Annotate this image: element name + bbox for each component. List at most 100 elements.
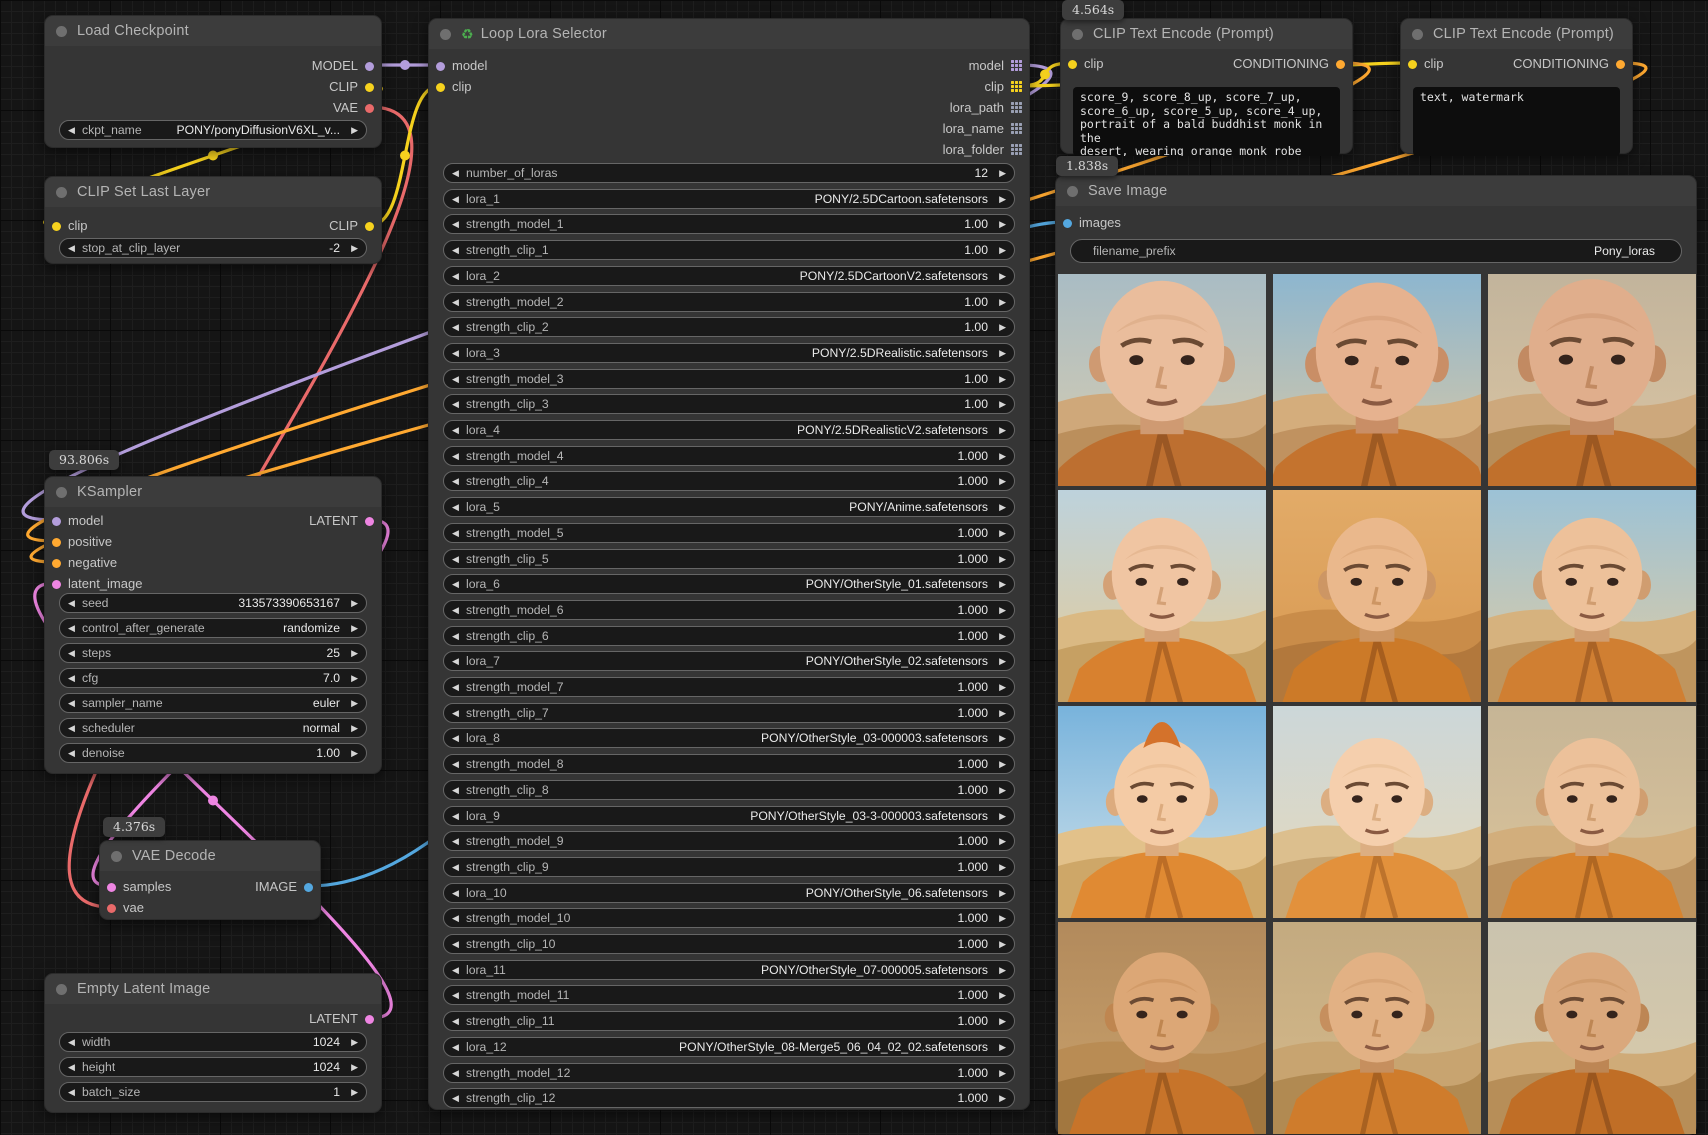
socket-dot[interactable] xyxy=(52,517,61,526)
increment-arrow-icon[interactable]: ▶ xyxy=(993,1011,1006,1031)
decrement-arrow-icon[interactable]: ◀ xyxy=(452,420,465,440)
widget-control_after_generate[interactable]: ◀control_after_generaterandomize▶ xyxy=(59,618,367,638)
decrement-arrow-icon[interactable]: ◀ xyxy=(452,600,465,620)
node-title-bar[interactable]: Save Image xyxy=(1056,176,1696,206)
increment-arrow-icon[interactable]: ▶ xyxy=(345,120,358,140)
decrement-arrow-icon[interactable]: ◀ xyxy=(452,240,465,260)
increment-arrow-icon[interactable]: ▶ xyxy=(993,677,1006,697)
decrement-arrow-icon[interactable]: ◀ xyxy=(68,1057,81,1077)
increment-arrow-icon[interactable]: ▶ xyxy=(345,693,358,713)
widget-strength_clip_1[interactable]: ◀strength_clip_11.00▶ xyxy=(443,240,1015,260)
widget-filename_prefix[interactable]: filename_prefixPony_loras xyxy=(1070,239,1682,263)
node-clip-text-encode-negative[interactable]: CLIP Text Encode (Prompt) text, watermar… xyxy=(1400,18,1633,154)
increment-arrow-icon[interactable]: ▶ xyxy=(345,743,358,763)
widget-strength_clip_12[interactable]: ◀strength_clip_121.000▶ xyxy=(443,1088,1015,1108)
widget-lora_10[interactable]: ◀lora_10PONY/OtherStyle_06.safetensors▶ xyxy=(443,883,1015,903)
node-clip-set-last-layer[interactable]: CLIP Set Last Layer clipCLIP◀stop_at_cli… xyxy=(44,176,382,264)
decrement-arrow-icon[interactable]: ◀ xyxy=(68,643,81,663)
increment-arrow-icon[interactable]: ▶ xyxy=(993,266,1006,286)
decrement-arrow-icon[interactable]: ◀ xyxy=(452,292,465,312)
widget-strength_model_12[interactable]: ◀strength_model_121.000▶ xyxy=(443,1063,1015,1083)
increment-arrow-icon[interactable]: ▶ xyxy=(993,934,1006,954)
increment-arrow-icon[interactable]: ▶ xyxy=(993,446,1006,466)
socket-dot[interactable] xyxy=(107,904,116,913)
widget-lora_7[interactable]: ◀lora_7PONY/OtherStyle_02.safetensors▶ xyxy=(443,651,1015,671)
decrement-arrow-icon[interactable]: ◀ xyxy=(68,743,81,763)
decrement-arrow-icon[interactable]: ◀ xyxy=(452,857,465,877)
node-title-bar[interactable]: VAE Decode xyxy=(100,841,320,871)
decrement-arrow-icon[interactable]: ◀ xyxy=(452,266,465,286)
increment-arrow-icon[interactable]: ▶ xyxy=(993,523,1006,543)
widget-strength_model_4[interactable]: ◀strength_model_41.000▶ xyxy=(443,446,1015,466)
increment-arrow-icon[interactable]: ▶ xyxy=(993,728,1006,748)
socket-dot[interactable] xyxy=(1616,60,1625,69)
widget-strength_clip_5[interactable]: ◀strength_clip_51.000▶ xyxy=(443,549,1015,569)
output-socket-lora_name[interactable]: lora_name xyxy=(943,121,1022,137)
increment-arrow-icon[interactable]: ▶ xyxy=(993,857,1006,877)
widget-strength_model_7[interactable]: ◀strength_model_71.000▶ xyxy=(443,677,1015,697)
positive-prompt-textarea[interactable]: score_9, score_8_up, score_7_up, score_6… xyxy=(1073,87,1340,156)
socket-dot[interactable] xyxy=(52,559,61,568)
node-title-bar[interactable]: CLIP Text Encode (Prompt) xyxy=(1061,19,1352,49)
socket-dot[interactable] xyxy=(1068,60,1077,69)
decrement-arrow-icon[interactable]: ◀ xyxy=(68,718,81,738)
increment-arrow-icon[interactable]: ▶ xyxy=(345,593,358,613)
input-socket-latent_image[interactable]: latent_image xyxy=(52,576,142,592)
decrement-arrow-icon[interactable]: ◀ xyxy=(452,1063,465,1083)
widget-sampler_name[interactable]: ◀sampler_nameeuler▶ xyxy=(59,693,367,713)
widget-number_of_loras[interactable]: ◀number_of_loras12▶ xyxy=(443,163,1015,183)
node-title-bar[interactable]: CLIP Text Encode (Prompt) xyxy=(1401,19,1632,49)
decrement-arrow-icon[interactable]: ◀ xyxy=(68,668,81,688)
widget-strength_model_8[interactable]: ◀strength_model_81.000▶ xyxy=(443,754,1015,774)
negative-prompt-textarea[interactable]: text, watermark xyxy=(1413,87,1620,156)
increment-arrow-icon[interactable]: ▶ xyxy=(993,549,1006,569)
increment-arrow-icon[interactable]: ▶ xyxy=(345,718,358,738)
decrement-arrow-icon[interactable]: ◀ xyxy=(452,985,465,1005)
decrement-arrow-icon[interactable]: ◀ xyxy=(452,1037,465,1057)
increment-arrow-icon[interactable]: ▶ xyxy=(993,343,1006,363)
input-socket-clip[interactable]: clip xyxy=(52,218,88,234)
output-socket-lora_path[interactable]: lora_path xyxy=(950,100,1022,116)
node-vae-decode[interactable]: VAE Decode samplesvaeIMAGE xyxy=(99,840,321,920)
node-load-checkpoint[interactable]: Load Checkpoint MODELCLIPVAE◀ckpt_namePO… xyxy=(44,15,382,148)
increment-arrow-icon[interactable]: ▶ xyxy=(993,574,1006,594)
socket-dot[interactable] xyxy=(365,517,374,526)
socket-dot[interactable] xyxy=(436,62,445,71)
decrement-arrow-icon[interactable]: ◀ xyxy=(452,626,465,646)
node-empty-latent-image[interactable]: Empty Latent Image LATENT◀width1024▶◀hei… xyxy=(44,973,382,1113)
widget-strength_model_9[interactable]: ◀strength_model_91.000▶ xyxy=(443,831,1015,851)
widget-lora_1[interactable]: ◀lora_1PONY/2.5DCartoon.safetensors▶ xyxy=(443,189,1015,209)
socket-dot[interactable] xyxy=(365,222,374,231)
socket-dot[interactable] xyxy=(1063,219,1072,228)
socket-dot[interactable] xyxy=(1336,60,1345,69)
widget-lora_12[interactable]: ◀lora_12PONY/OtherStyle_08-Merge5_06_04_… xyxy=(443,1037,1015,1057)
input-socket-negative[interactable]: negative xyxy=(52,555,117,571)
increment-arrow-icon[interactable]: ▶ xyxy=(345,1057,358,1077)
output-socket-VAE[interactable]: VAE xyxy=(333,100,374,116)
widget-height[interactable]: ◀height1024▶ xyxy=(59,1057,367,1077)
input-socket-model[interactable]: model xyxy=(436,58,487,74)
socket-dot[interactable] xyxy=(365,1015,374,1024)
node-clip-text-encode-positive[interactable]: CLIP Text Encode (Prompt) score_9, score… xyxy=(1060,18,1353,154)
increment-arrow-icon[interactable]: ▶ xyxy=(993,1063,1006,1083)
output-socket-CLIP[interactable]: CLIP xyxy=(329,79,374,95)
decrement-arrow-icon[interactable]: ◀ xyxy=(452,343,465,363)
socket-dot[interactable] xyxy=(304,883,313,892)
decrement-arrow-icon[interactable]: ◀ xyxy=(452,960,465,980)
decrement-arrow-icon[interactable]: ◀ xyxy=(452,754,465,774)
decrement-arrow-icon[interactable]: ◀ xyxy=(452,651,465,671)
output-socket-CONDITIONING[interactable]: CONDITIONING xyxy=(1233,56,1345,72)
input-socket-vae[interactable]: vae xyxy=(107,900,144,916)
increment-arrow-icon[interactable]: ▶ xyxy=(993,883,1006,903)
decrement-arrow-icon[interactable]: ◀ xyxy=(452,497,465,517)
node-save-image[interactable]: Save Image xyxy=(1055,175,1697,1135)
socket-dot[interactable] xyxy=(107,883,116,892)
input-socket-model[interactable]: model xyxy=(52,513,103,529)
increment-arrow-icon[interactable]: ▶ xyxy=(993,703,1006,723)
widget-strength_clip_11[interactable]: ◀strength_clip_111.000▶ xyxy=(443,1011,1015,1031)
widget-strength_clip_10[interactable]: ◀strength_clip_101.000▶ xyxy=(443,934,1015,954)
increment-arrow-icon[interactable]: ▶ xyxy=(993,1037,1006,1057)
socket-dot[interactable] xyxy=(365,83,374,92)
input-socket-positive[interactable]: positive xyxy=(52,534,112,550)
decrement-arrow-icon[interactable]: ◀ xyxy=(452,446,465,466)
